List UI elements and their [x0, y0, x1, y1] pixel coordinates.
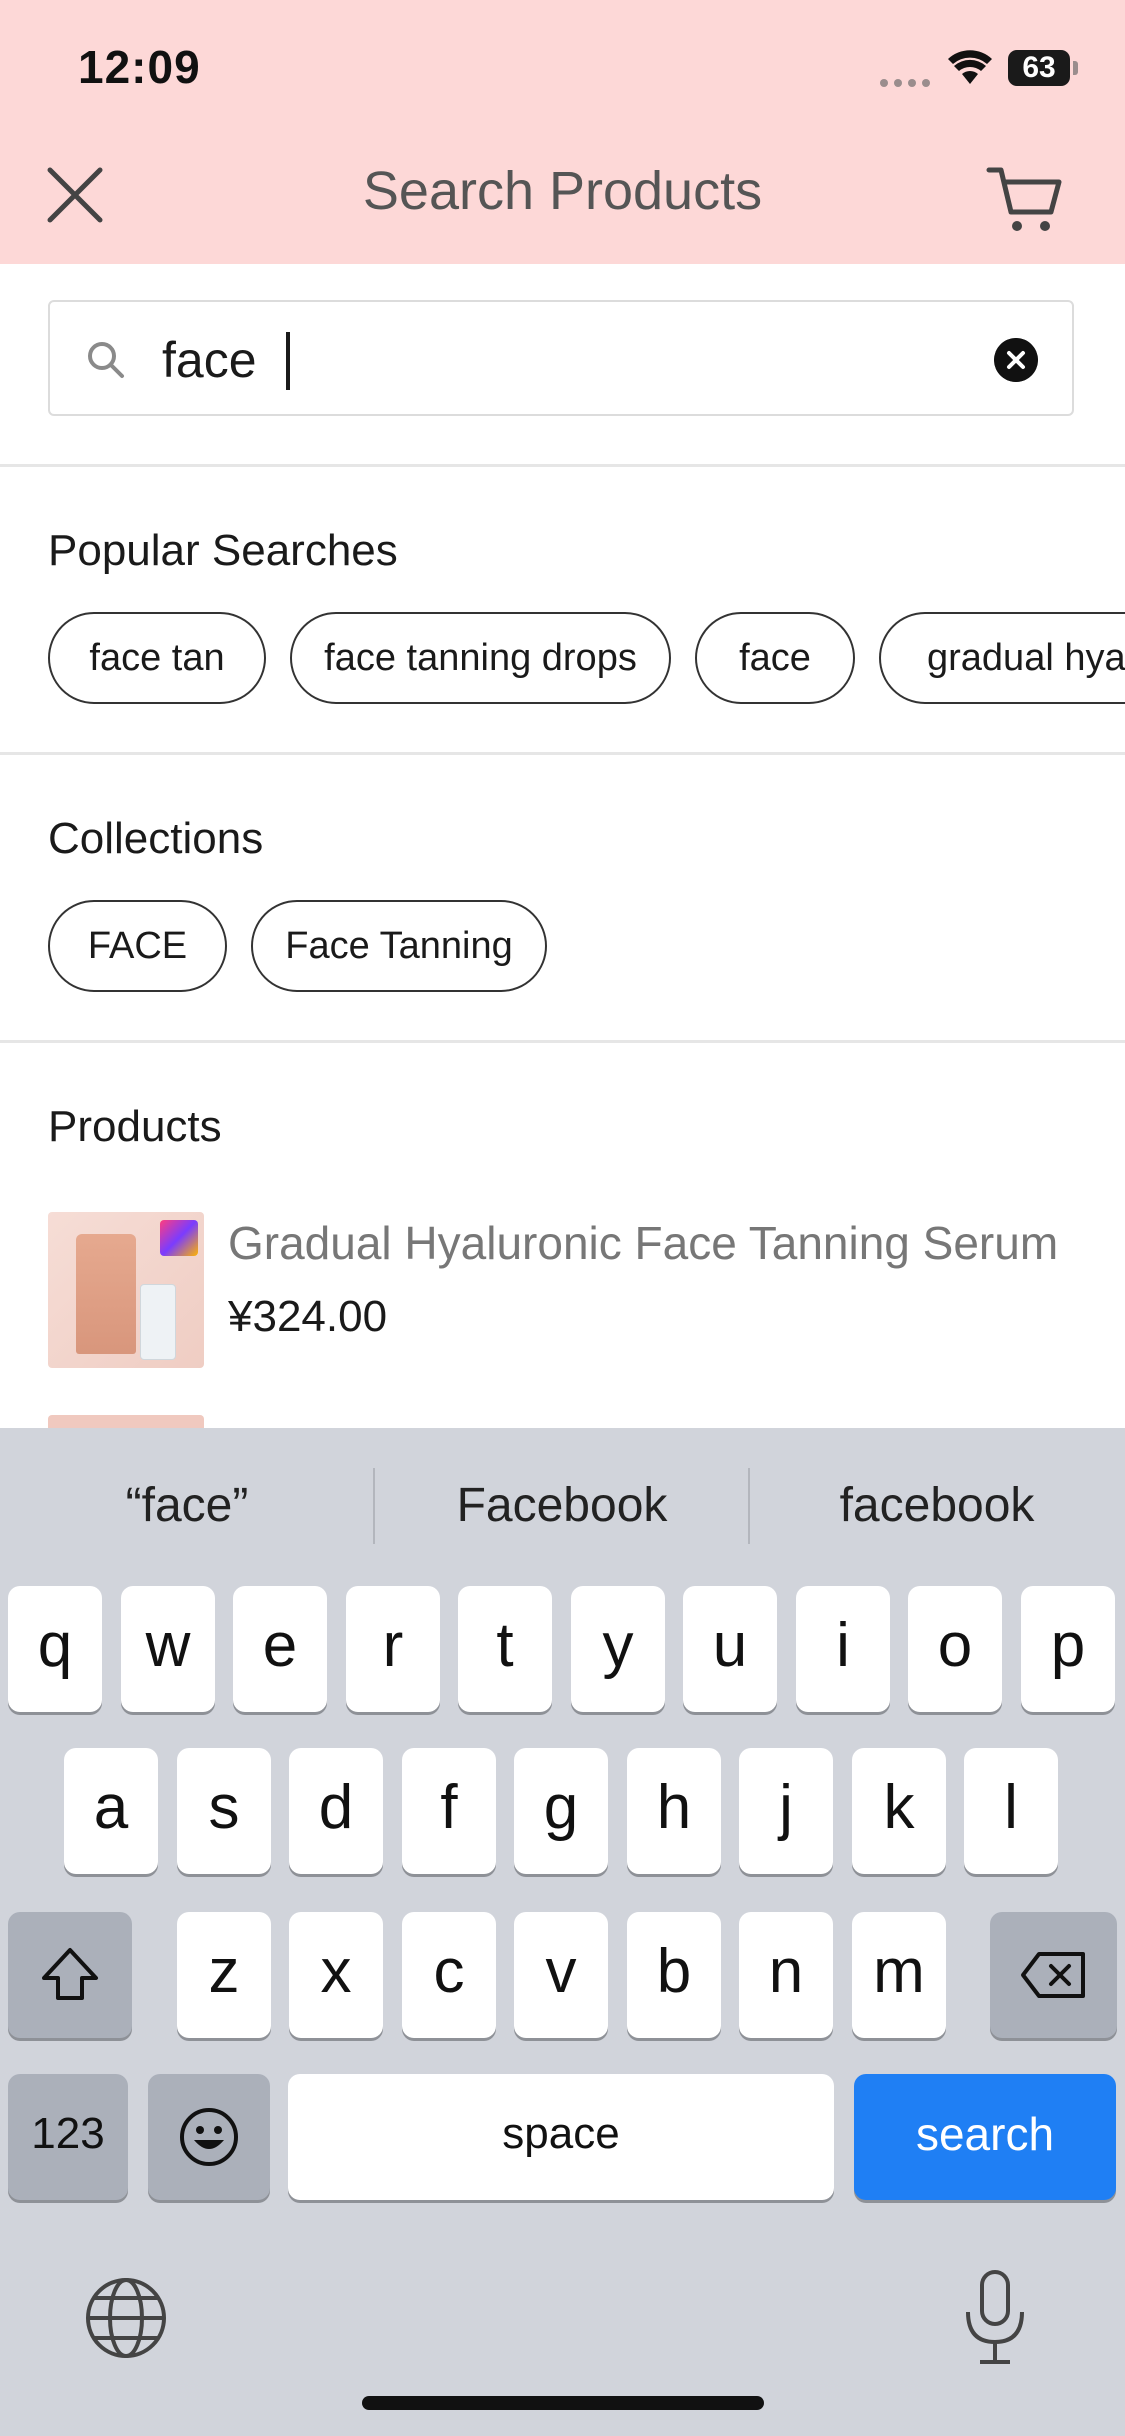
battery-indicator: 63: [1008, 50, 1070, 86]
globe-icon[interactable]: [84, 2276, 168, 2360]
numbers-key[interactable]: 123: [8, 2074, 128, 2200]
key-q[interactable]: q: [8, 1586, 102, 1712]
key-e[interactable]: e: [233, 1586, 327, 1712]
keyboard: “face” Facebook facebook q w e r t y u i…: [0, 1428, 1125, 2436]
key-s[interactable]: s: [177, 1748, 271, 1874]
collection-chip[interactable]: FACE: [48, 900, 227, 992]
key-o[interactable]: o: [908, 1586, 1002, 1712]
search-key[interactable]: search: [854, 2074, 1116, 2200]
key-d[interactable]: d: [289, 1748, 383, 1874]
keyboard-suggestion[interactable]: Facebook: [375, 1478, 749, 1533]
product-name[interactable]: Gradual Hyaluronic Face Tanning Serum: [228, 1216, 1058, 1270]
delete-key[interactable]: [990, 1912, 1117, 2038]
popular-search-chip[interactable]: face tan: [48, 612, 266, 704]
battery-tip: [1073, 61, 1078, 75]
key-t[interactable]: t: [458, 1586, 552, 1712]
popular-search-chip[interactable]: face tanning drops: [290, 612, 671, 704]
key-w[interactable]: w: [121, 1586, 215, 1712]
product-price: ¥324.00: [228, 1292, 388, 1341]
collections-title: Collections: [48, 814, 264, 863]
divider: [0, 1040, 1125, 1043]
cellular-signal-icon: [880, 74, 936, 92]
status-time: 12:09: [78, 41, 201, 93]
key-i[interactable]: i: [796, 1586, 890, 1712]
key-x[interactable]: x: [289, 1912, 383, 2038]
popular-searches-title: Popular Searches: [48, 526, 398, 575]
product-thumbnail[interactable]: [48, 1212, 204, 1368]
key-h[interactable]: h: [627, 1748, 721, 1874]
shift-key[interactable]: [8, 1912, 132, 2038]
search-icon: [88, 342, 124, 378]
page-title: Search Products: [362, 161, 763, 221]
key-c[interactable]: c: [402, 1912, 496, 2038]
divider: [0, 752, 1125, 755]
header-bar: 12:09 63 Search Products: [0, 0, 1125, 264]
key-b[interactable]: b: [627, 1912, 721, 2038]
home-indicator: [362, 2396, 764, 2410]
emoji-icon: [180, 2108, 238, 2166]
key-k[interactable]: k: [852, 1748, 946, 1874]
popular-search-chip[interactable]: gradual hyalu: [879, 612, 1125, 704]
popular-search-chip[interactable]: face: [695, 612, 855, 704]
key-f[interactable]: f: [402, 1748, 496, 1874]
keyboard-suggestion[interactable]: facebook: [750, 1478, 1124, 1533]
key-z[interactable]: z: [177, 1912, 271, 2038]
clear-search-icon[interactable]: [994, 338, 1038, 382]
shift-icon: [42, 1948, 98, 2000]
divider: [0, 464, 1125, 467]
key-l[interactable]: l: [964, 1748, 1058, 1874]
key-n[interactable]: n: [739, 1912, 833, 2038]
key-u[interactable]: u: [683, 1586, 777, 1712]
wifi-icon: [948, 50, 992, 84]
search-box[interactable]: [48, 300, 1074, 416]
key-g[interactable]: g: [514, 1748, 608, 1874]
key-r[interactable]: r: [346, 1586, 440, 1712]
collection-chip[interactable]: Face Tanning: [251, 900, 547, 992]
key-a[interactable]: a: [64, 1748, 158, 1874]
key-j[interactable]: j: [739, 1748, 833, 1874]
space-key[interactable]: space: [288, 2074, 834, 2200]
cart-icon[interactable]: [985, 160, 1065, 240]
key-y[interactable]: y: [571, 1586, 665, 1712]
key-v[interactable]: v: [514, 1912, 608, 2038]
backspace-icon: [1020, 1952, 1085, 1998]
search-input[interactable]: [162, 328, 942, 392]
microphone-icon[interactable]: [960, 2268, 1030, 2368]
emoji-key[interactable]: [148, 2074, 270, 2200]
keyboard-suggestion[interactable]: “face”: [0, 1478, 374, 1533]
key-m[interactable]: m: [852, 1912, 946, 2038]
key-p[interactable]: p: [1021, 1586, 1115, 1712]
text-cursor: [286, 332, 290, 390]
products-title: Products: [48, 1102, 222, 1151]
